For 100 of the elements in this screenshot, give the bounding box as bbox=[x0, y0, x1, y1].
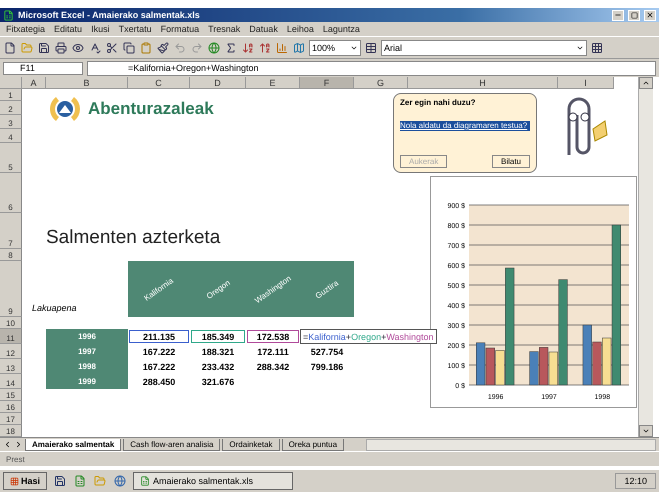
table-cell-text: 233.432 bbox=[200, 360, 236, 373]
window-title: Microsoft Excel - Amaierako salmentak.xls bbox=[18, 10, 201, 20]
maximize-icon bbox=[630, 12, 638, 18]
minimize-button[interactable] bbox=[612, 10, 624, 20]
copy-icon[interactable] bbox=[122, 40, 136, 54]
column-header[interactable]: G bbox=[354, 77, 408, 89]
row-header[interactable]: 6 bbox=[0, 173, 22, 213]
row-header[interactable]: 14 bbox=[0, 374, 22, 389]
editing-cell[interactable]: =Kalifornia+Oregon+Washington bbox=[300, 329, 437, 344]
column-header[interactable]: D bbox=[190, 77, 246, 89]
zoom-dropdown[interactable]: 100% bbox=[309, 40, 361, 56]
new-file-icon[interactable] bbox=[3, 40, 17, 54]
horizontal-scrollbar[interactable] bbox=[366, 438, 656, 450]
next-sheet-icon[interactable] bbox=[14, 440, 23, 449]
row-header[interactable]: 16 bbox=[0, 401, 22, 413]
save-icon[interactable] bbox=[37, 40, 51, 54]
scissors-icon[interactable] bbox=[105, 40, 119, 54]
year-cell: 1996 bbox=[46, 329, 128, 344]
year-cell: 1998 bbox=[46, 359, 128, 374]
scroll-up-button[interactable] bbox=[639, 77, 653, 89]
year-cell: 1997 bbox=[46, 344, 128, 359]
row-header[interactable]: 11 bbox=[0, 329, 22, 344]
status-text: Prest bbox=[6, 454, 25, 464]
menu-item[interactable]: Leihoa bbox=[286, 24, 314, 34]
column-header[interactable]: F bbox=[300, 77, 354, 89]
row-header[interactable]: 8 bbox=[0, 249, 22, 261]
clipboard-icon[interactable] bbox=[139, 40, 153, 54]
close-button[interactable] bbox=[644, 10, 656, 20]
grid-icon[interactable] bbox=[590, 40, 604, 54]
sheet-tab[interactable]: Amaierako salmentak bbox=[25, 438, 122, 450]
maximize-button[interactable] bbox=[628, 10, 640, 20]
row-header[interactable]: 5 bbox=[0, 143, 22, 173]
taskbar-button[interactable]: Amaierako salmentak.xls bbox=[133, 472, 294, 490]
menu-item[interactable]: Tresnak bbox=[208, 24, 240, 34]
name-box[interactable]: F11 bbox=[3, 62, 83, 74]
font-dropdown[interactable]: Arial bbox=[381, 40, 587, 56]
row-header[interactable]: 13 bbox=[0, 359, 22, 374]
bar bbox=[592, 342, 602, 386]
column-header[interactable]: A bbox=[22, 77, 46, 89]
map-icon[interactable] bbox=[292, 40, 306, 54]
row-header[interactable]: 1 bbox=[0, 89, 22, 101]
previous-sheet-icon[interactable] bbox=[3, 440, 12, 449]
table-cell-text: 799.186 bbox=[310, 360, 344, 373]
row-header[interactable]: 2 bbox=[0, 101, 22, 115]
caret-icon bbox=[642, 79, 650, 87]
sheet-tab[interactable]: Oreka puntua bbox=[282, 438, 344, 450]
save-icon[interactable] bbox=[53, 474, 68, 488]
row-header[interactable]: 12 bbox=[0, 344, 22, 359]
row-header[interactable]: 4 bbox=[0, 129, 22, 143]
column-header[interactable]: I bbox=[558, 77, 614, 89]
formula-field[interactable]: =Kalifornia+Oregon+Washington bbox=[87, 60, 656, 76]
row-header[interactable]: 7 bbox=[0, 213, 22, 249]
bar bbox=[529, 351, 539, 386]
menu-item[interactable]: Laguntza bbox=[322, 24, 360, 34]
menu-item[interactable]: Fitxategia bbox=[6, 24, 46, 34]
sort-descending-icon[interactable] bbox=[258, 40, 272, 54]
clock: 12:10 bbox=[615, 473, 656, 489]
column-header[interactable]: H bbox=[408, 77, 558, 89]
chart-icon[interactable] bbox=[275, 40, 289, 54]
bar bbox=[539, 347, 548, 386]
row-header[interactable]: 18 bbox=[0, 425, 22, 437]
sheet-tab[interactable]: Ordainketak bbox=[222, 438, 280, 450]
row-header[interactable]: 10 bbox=[0, 317, 22, 329]
spreadsheet-icon[interactable] bbox=[73, 474, 88, 488]
bar bbox=[486, 348, 495, 386]
sort-ascending-icon[interactable] bbox=[241, 40, 255, 54]
caret-icon bbox=[642, 427, 650, 435]
sheet-tab[interactable]: Cash flow-aren analisia bbox=[123, 438, 220, 450]
column-header[interactable]: C bbox=[128, 77, 190, 89]
row-header[interactable]: 17 bbox=[0, 413, 22, 425]
table-icon[interactable] bbox=[364, 40, 378, 54]
row-header[interactable]: 3 bbox=[0, 115, 22, 129]
paintbrush-icon[interactable] bbox=[156, 40, 170, 54]
row-header[interactable]: 15 bbox=[0, 389, 22, 401]
table-cell-text: 167.222 bbox=[142, 360, 176, 373]
menu-item[interactable]: Txertatu bbox=[118, 24, 152, 34]
spreadsheet-icon bbox=[140, 476, 150, 486]
table-cell-text: 288.450 bbox=[142, 376, 176, 388]
column-header[interactable]: B bbox=[46, 77, 128, 89]
assistant-input[interactable]: Nola aldatu da diagramaren testua? bbox=[400, 121, 530, 131]
menu-item[interactable]: Ikusi bbox=[91, 24, 110, 34]
assistant-question: Zer egin nahi duzu? bbox=[400, 98, 477, 107]
table-cell-text: 527.754 bbox=[310, 346, 344, 358]
menu-item[interactable]: Datuak bbox=[249, 24, 278, 34]
vertical-scrollbar[interactable] bbox=[638, 77, 653, 437]
start-button[interactable]: Hasi bbox=[3, 472, 48, 490]
menu-item[interactable]: Formatua bbox=[160, 24, 200, 34]
table-cell: 185.349 bbox=[191, 330, 245, 343]
scroll-down-button[interactable] bbox=[639, 425, 653, 437]
printer-icon[interactable] bbox=[54, 40, 68, 54]
bar bbox=[476, 342, 486, 386]
table-cell-text: 321.676 bbox=[200, 376, 236, 388]
year-cell: 1999 bbox=[46, 374, 128, 389]
logo-text: Abenturazaleak bbox=[88, 99, 214, 119]
globe-icon[interactable] bbox=[113, 474, 128, 488]
menu-item[interactable]: Editatu bbox=[54, 24, 82, 34]
table-cell: 172.538 bbox=[247, 330, 299, 343]
row-header[interactable]: 9 bbox=[0, 261, 22, 317]
column-header[interactable]: E bbox=[246, 77, 300, 89]
assistant-button[interactable]: Bilatu bbox=[492, 155, 530, 168]
